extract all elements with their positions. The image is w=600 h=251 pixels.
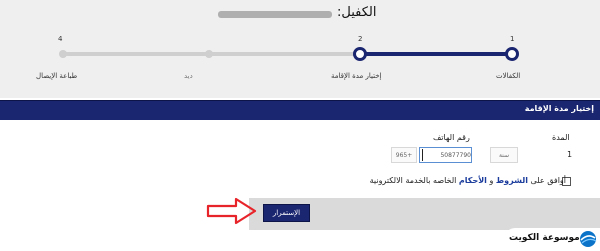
agreement-suffix: الخاصه بالخدمة الالكترونية [369,176,459,185]
duration-label: المدة [552,133,570,142]
step-3-label: ديد [184,72,193,80]
step-1-number: 1 [510,35,515,43]
step-2-number: 2 [358,35,363,43]
phone-label: رقم الهاتف [433,133,470,142]
agreement-conjunction: و [486,176,496,185]
phone-input[interactable]: 50877790 [419,147,472,163]
step-2-dot[interactable] [353,47,367,61]
sponsor-header: الكفيل: [0,4,600,22]
step-4-dot [59,50,67,58]
conditions-link[interactable]: الأحكام [459,176,487,185]
red-arrow-icon [206,197,257,225]
sponsor-label: الكفيل: [337,5,377,20]
step-4-label: طباعة الإيصال [36,72,78,80]
continue-button[interactable]: الإستمرار [263,204,310,222]
step-4-number: 4 [58,35,63,43]
panel-header: إختيار مدة الإقامة [0,100,600,120]
duration-value: 1 [567,150,573,159]
stepper-track-complete [360,52,513,56]
step-2-label: إختيار مدة الإقامة [331,72,382,80]
globe-logo-icon [580,231,597,247]
terms-link[interactable]: الشروط [496,176,528,185]
sponsor-name-redacted [218,11,332,18]
panel-title: إختيار مدة الإقامة [524,104,594,113]
text-cursor [422,149,423,161]
step-1-dot[interactable] [505,47,519,61]
duration-unit-select[interactable]: سنة [490,147,518,163]
watermark-text: موسوعة الكويت [509,233,580,243]
step-3-dot [205,50,213,58]
country-code-field: +965 [391,147,417,163]
agreement-text: أوافق على الشروط و الأحكام الخاصه بالخدم… [370,176,566,185]
step-1-label: الكفالات [496,72,521,80]
agreement-prefix: أوافق على [528,176,566,185]
